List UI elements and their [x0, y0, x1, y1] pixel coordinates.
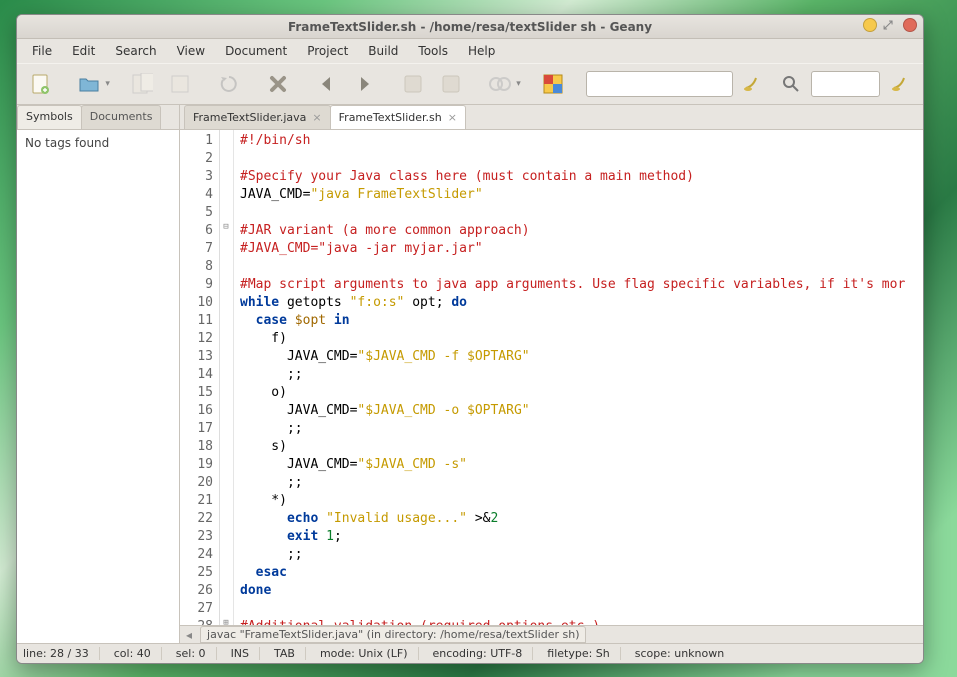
fold-column[interactable]: ⊟⊞	[220, 130, 234, 625]
editor-tab-label: FrameTextSlider.sh	[339, 111, 442, 124]
compile-button[interactable]	[397, 69, 430, 99]
status-tab: TAB	[274, 647, 306, 660]
editor-tabs: FrameTextSlider.java × FrameTextSlider.s…	[180, 105, 923, 130]
menu-tools[interactable]: Tools	[409, 41, 457, 61]
menu-help[interactable]: Help	[459, 41, 504, 61]
close-tab-icon[interactable]: ×	[312, 111, 321, 124]
sidebar-tab-symbols[interactable]: Symbols	[17, 105, 82, 129]
toolbar: ▾ ▾	[17, 63, 923, 105]
back-button[interactable]	[310, 69, 343, 99]
geany-window: FrameTextSlider.sh - /home/resa/textSlid…	[16, 14, 924, 664]
side-tabs: Symbols Documents	[17, 105, 179, 130]
status-sel: sel: 0	[176, 647, 217, 660]
save-all-button[interactable]	[163, 69, 196, 99]
open-dropdown-icon[interactable]: ▾	[105, 79, 110, 89]
goto-line-field[interactable]	[811, 71, 880, 97]
menu-search[interactable]: Search	[106, 41, 165, 61]
messages-scroll-left-icon[interactable]: ◂	[186, 628, 192, 642]
code-editor[interactable]: 1234567891011121314151617181920212223242…	[180, 130, 923, 625]
find-button[interactable]	[774, 69, 807, 99]
messages-area: ◂ javac "FrameTextSlider.java" (in direc…	[180, 625, 923, 643]
status-filetype: filetype: Sh	[547, 647, 620, 660]
menu-build[interactable]: Build	[359, 41, 407, 61]
search-field[interactable]	[586, 71, 733, 97]
sidebar-message: No tags found	[25, 136, 109, 150]
execute-dropdown-icon[interactable]: ▾	[516, 79, 521, 89]
search-input[interactable]	[591, 77, 728, 91]
titlebar[interactable]: FrameTextSlider.sh - /home/resa/textSlid…	[17, 15, 923, 39]
editor-tab-label: FrameTextSlider.java	[193, 111, 306, 124]
menu-file[interactable]: File	[23, 41, 61, 61]
color-chooser-button[interactable]	[537, 69, 570, 99]
status-mode: mode: Unix (LF)	[320, 647, 419, 660]
status-ins: INS	[231, 647, 260, 660]
status-col: col: 40	[114, 647, 162, 660]
code-area[interactable]: #!/bin/sh #Specify your Java class here …	[234, 130, 923, 625]
sidebar-tab-documents[interactable]: Documents	[81, 105, 162, 129]
menubar: File Edit Search View Document Project B…	[17, 39, 923, 63]
save-button[interactable]	[126, 69, 159, 99]
goto-line-input[interactable]	[816, 77, 875, 91]
menu-edit[interactable]: Edit	[63, 41, 104, 61]
new-file-button[interactable]	[23, 69, 56, 99]
minimize-button[interactable]	[863, 18, 877, 32]
forward-button[interactable]	[348, 69, 381, 99]
sidebar-content: No tags found	[17, 130, 179, 643]
editor-pane: FrameTextSlider.java × FrameTextSlider.s…	[180, 105, 923, 643]
open-file-button[interactable]	[72, 69, 105, 99]
status-line: line: 28 / 33	[23, 647, 100, 660]
editor-tab-java[interactable]: FrameTextSlider.java ×	[184, 105, 331, 129]
close-file-button[interactable]	[261, 69, 294, 99]
statusbar: line: 28 / 33 col: 40 sel: 0 INS TAB mod…	[17, 643, 923, 663]
status-scope: scope: unknown	[635, 647, 724, 660]
search-clear-button[interactable]	[737, 69, 770, 99]
status-encoding: encoding: UTF-8	[433, 647, 534, 660]
goto-clear-button[interactable]	[884, 69, 917, 99]
build-button[interactable]	[434, 69, 467, 99]
body: Symbols Documents No tags found FrameTex…	[17, 105, 923, 643]
close-button[interactable]	[903, 18, 917, 32]
menu-document[interactable]: Document	[216, 41, 296, 61]
execute-button[interactable]	[483, 69, 516, 99]
compiler-message-tab[interactable]: javac "FrameTextSlider.java" (in directo…	[200, 626, 586, 643]
close-tab-icon[interactable]: ×	[448, 111, 457, 124]
menu-project[interactable]: Project	[298, 41, 357, 61]
line-number-gutter: 1234567891011121314151617181920212223242…	[180, 130, 220, 625]
editor-tab-sh[interactable]: FrameTextSlider.sh ×	[330, 105, 466, 129]
maximize-button[interactable]: ⤢	[883, 18, 897, 32]
revert-button[interactable]	[212, 69, 245, 99]
side-pane: Symbols Documents No tags found	[17, 105, 180, 643]
menu-view[interactable]: View	[168, 41, 214, 61]
window-title: FrameTextSlider.sh - /home/resa/textSlid…	[288, 20, 652, 34]
